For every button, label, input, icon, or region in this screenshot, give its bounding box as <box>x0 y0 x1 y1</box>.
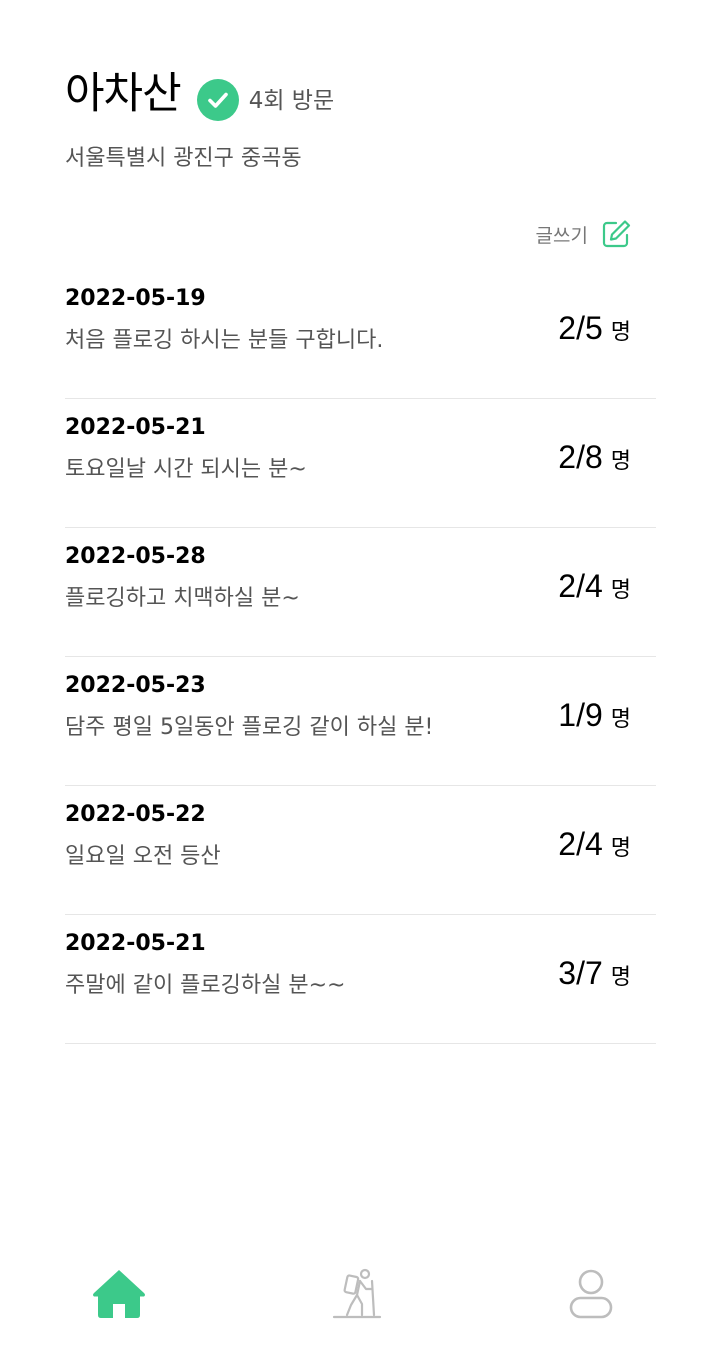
write-label: 글쓰기 <box>535 224 588 247</box>
address: 서울특별시 광진구 중곡동 <box>65 146 302 171</box>
count-unit: 명 <box>610 449 631 474</box>
bottom-nav <box>0 1234 720 1354</box>
count-unit: 명 <box>610 965 631 990</box>
post-title: 일요일 오전 등산 <box>65 844 221 869</box>
count-unit: 명 <box>610 320 631 345</box>
edit-icon <box>602 220 631 248</box>
count-value: 3/7 <box>558 955 603 991</box>
count-unit: 명 <box>610 836 631 861</box>
post-date: 2022-05-23 <box>65 673 206 698</box>
nav-profile[interactable] <box>561 1264 621 1324</box>
participant-count: 2/4 명 <box>558 826 631 863</box>
participant-count: 2/8 명 <box>558 439 631 476</box>
page-title: 아차산 <box>65 69 182 119</box>
count-value: 1/9 <box>558 697 603 733</box>
post-title: 토요일날 시간 되시는 분~ <box>65 457 307 482</box>
post-title: 담주 평일 5일동안 플로깅 같이 하실 분! <box>65 715 434 740</box>
count-value: 2/4 <box>558 568 603 604</box>
check-icon <box>196 79 239 121</box>
nav-hiking[interactable] <box>327 1264 387 1324</box>
list-item[interactable]: 2022-05-21 주말에 같이 플로깅하실 분~~ 3/7 명 <box>65 915 656 1044</box>
count-value: 2/8 <box>558 439 603 475</box>
participant-count: 1/9 명 <box>558 697 631 734</box>
post-date: 2022-05-21 <box>65 931 206 956</box>
post-date: 2022-05-19 <box>65 286 206 311</box>
hiker-icon <box>332 1268 382 1319</box>
list-item[interactable]: 2022-05-19 처음 플로깅 하시는 분들 구합니다. 2/5 명 <box>65 270 656 399</box>
profile-icon <box>569 1269 613 1319</box>
count-unit: 명 <box>610 707 631 732</box>
visit-count: 4회 방문 <box>248 88 335 114</box>
list-item[interactable]: 2022-05-21 토요일날 시간 되시는 분~ 2/8 명 <box>65 399 656 528</box>
participant-count: 2/4 명 <box>558 568 631 605</box>
nav-home[interactable] <box>89 1264 149 1324</box>
participant-count: 2/5 명 <box>558 310 631 347</box>
post-date: 2022-05-28 <box>65 544 206 569</box>
list-item[interactable]: 2022-05-23 담주 평일 5일동안 플로깅 같이 하실 분! 1/9 명 <box>65 657 656 786</box>
post-date: 2022-05-22 <box>65 802 206 827</box>
post-list: 2022-05-19 처음 플로깅 하시는 분들 구합니다. 2/5 명 202… <box>65 270 656 1044</box>
title-row: 아차산 4회 방문 <box>65 62 660 126</box>
home-icon <box>93 1270 145 1318</box>
list-item[interactable]: 2022-05-22 일요일 오전 등산 2/4 명 <box>65 786 656 915</box>
post-title: 플로깅하고 치맥하실 분~ <box>65 586 300 611</box>
list-item[interactable]: 2022-05-28 플로깅하고 치맥하실 분~ 2/4 명 <box>65 528 656 657</box>
post-title: 주말에 같이 플로깅하실 분~~ <box>65 973 346 998</box>
count-value: 2/4 <box>558 826 603 862</box>
post-date: 2022-05-21 <box>65 415 206 440</box>
count-value: 2/5 <box>558 310 603 346</box>
post-title: 처음 플로깅 하시는 분들 구합니다. <box>65 328 384 353</box>
page-header: 아차산 4회 방문 서울특별시 광진구 중곡동 <box>65 62 660 172</box>
participant-count: 3/7 명 <box>558 955 631 992</box>
count-unit: 명 <box>610 578 631 603</box>
write-post-button[interactable]: 글쓰기 <box>536 218 632 250</box>
